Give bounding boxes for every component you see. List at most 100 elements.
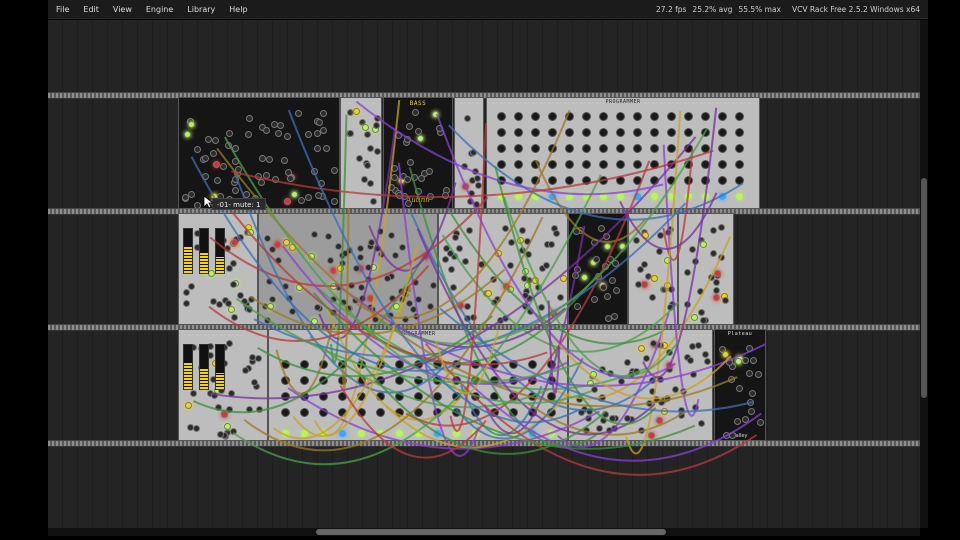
jack[interactable] — [491, 299, 499, 307]
knob[interactable] — [650, 160, 659, 169]
jack[interactable] — [259, 155, 267, 163]
jack[interactable] — [183, 300, 191, 308]
jack[interactable] — [656, 417, 664, 425]
jack[interactable] — [415, 296, 423, 304]
knob[interactable] — [718, 112, 727, 121]
jack[interactable] — [314, 191, 322, 199]
jack[interactable] — [573, 265, 581, 273]
menu-view[interactable]: View — [106, 0, 139, 19]
jack[interactable] — [318, 179, 326, 187]
knob[interactable] — [281, 408, 290, 417]
jack[interactable] — [648, 293, 656, 301]
jack[interactable] — [721, 350, 729, 358]
jack[interactable] — [357, 253, 365, 261]
knob[interactable] — [471, 376, 480, 385]
jack[interactable] — [231, 157, 239, 165]
jack[interactable] — [402, 290, 410, 298]
knob[interactable] — [319, 408, 328, 417]
jack[interactable] — [201, 172, 209, 180]
knob[interactable] — [547, 408, 556, 417]
jack[interactable] — [369, 198, 377, 206]
jack[interactable] — [519, 226, 527, 234]
knob[interactable] — [319, 392, 328, 401]
adsr-module[interactable] — [178, 213, 258, 325]
jack[interactable] — [308, 252, 316, 260]
jack[interactable] — [373, 115, 381, 123]
jack[interactable] — [516, 236, 524, 244]
jack[interactable] — [664, 394, 672, 402]
jack[interactable] — [666, 304, 674, 312]
jack[interactable] — [376, 228, 384, 236]
vca-module[interactable] — [454, 97, 484, 209]
knob[interactable] — [582, 160, 591, 169]
jack[interactable] — [327, 256, 335, 264]
knob[interactable] — [599, 128, 608, 137]
jack[interactable] — [606, 255, 614, 263]
jack[interactable] — [188, 283, 196, 291]
jack[interactable] — [683, 301, 691, 309]
jack[interactable] — [745, 369, 753, 377]
programmer-module-bottom[interactable]: PROGRAMMER — [268, 329, 568, 441]
jack[interactable] — [735, 358, 743, 366]
jack[interactable] — [331, 167, 339, 175]
jack[interactable] — [357, 244, 365, 252]
jack[interactable] — [604, 242, 612, 250]
jack[interactable] — [559, 274, 567, 282]
knob[interactable] — [395, 360, 404, 369]
jack[interactable] — [598, 365, 606, 373]
jack[interactable] — [628, 370, 636, 378]
jack[interactable] — [213, 176, 221, 184]
jack[interactable] — [449, 283, 457, 291]
knob[interactable] — [433, 360, 442, 369]
jack[interactable] — [388, 294, 396, 302]
knob[interactable] — [414, 408, 423, 417]
knob[interactable] — [281, 376, 290, 385]
utility-module[interactable] — [628, 213, 678, 325]
jack[interactable] — [417, 135, 424, 143]
knob[interactable] — [548, 160, 557, 169]
knob[interactable] — [633, 144, 642, 153]
jack[interactable] — [473, 174, 481, 182]
knob[interactable] — [528, 408, 537, 417]
knob[interactable] — [684, 176, 693, 185]
knob[interactable] — [376, 376, 385, 385]
knob[interactable] — [701, 144, 710, 153]
jack[interactable] — [712, 279, 720, 287]
jack[interactable] — [391, 165, 399, 173]
knob[interactable] — [684, 112, 693, 121]
jack[interactable] — [572, 272, 580, 280]
knob[interactable] — [531, 112, 540, 121]
jack[interactable] — [600, 284, 608, 292]
jack[interactable] — [697, 419, 705, 427]
jack[interactable] — [593, 256, 601, 264]
jack[interactable] — [542, 262, 550, 270]
jack[interactable] — [456, 244, 464, 252]
jack[interactable] — [314, 145, 322, 153]
jack[interactable] — [367, 179, 375, 187]
knob[interactable] — [452, 408, 461, 417]
knob[interactable] — [548, 144, 557, 153]
jack[interactable] — [575, 396, 583, 404]
knob[interactable] — [433, 376, 442, 385]
knob[interactable] — [650, 176, 659, 185]
jack[interactable] — [244, 131, 252, 139]
jack[interactable] — [642, 231, 650, 239]
knob[interactable] — [735, 160, 744, 169]
jack[interactable] — [373, 147, 381, 155]
jack[interactable] — [274, 129, 282, 137]
jack[interactable] — [594, 273, 602, 281]
jack[interactable] — [531, 276, 539, 284]
jack[interactable] — [506, 261, 514, 269]
jack[interactable] — [363, 161, 371, 169]
jack[interactable] — [523, 237, 531, 245]
knob[interactable] — [735, 112, 744, 121]
jack[interactable] — [599, 393, 607, 401]
knob[interactable] — [582, 128, 591, 137]
jack[interactable] — [362, 124, 370, 132]
jack[interactable] — [637, 345, 645, 353]
jack[interactable] — [373, 244, 381, 252]
knob[interactable] — [718, 160, 727, 169]
jack[interactable] — [329, 267, 337, 274]
jack[interactable] — [246, 229, 254, 237]
knob[interactable] — [531, 160, 540, 169]
